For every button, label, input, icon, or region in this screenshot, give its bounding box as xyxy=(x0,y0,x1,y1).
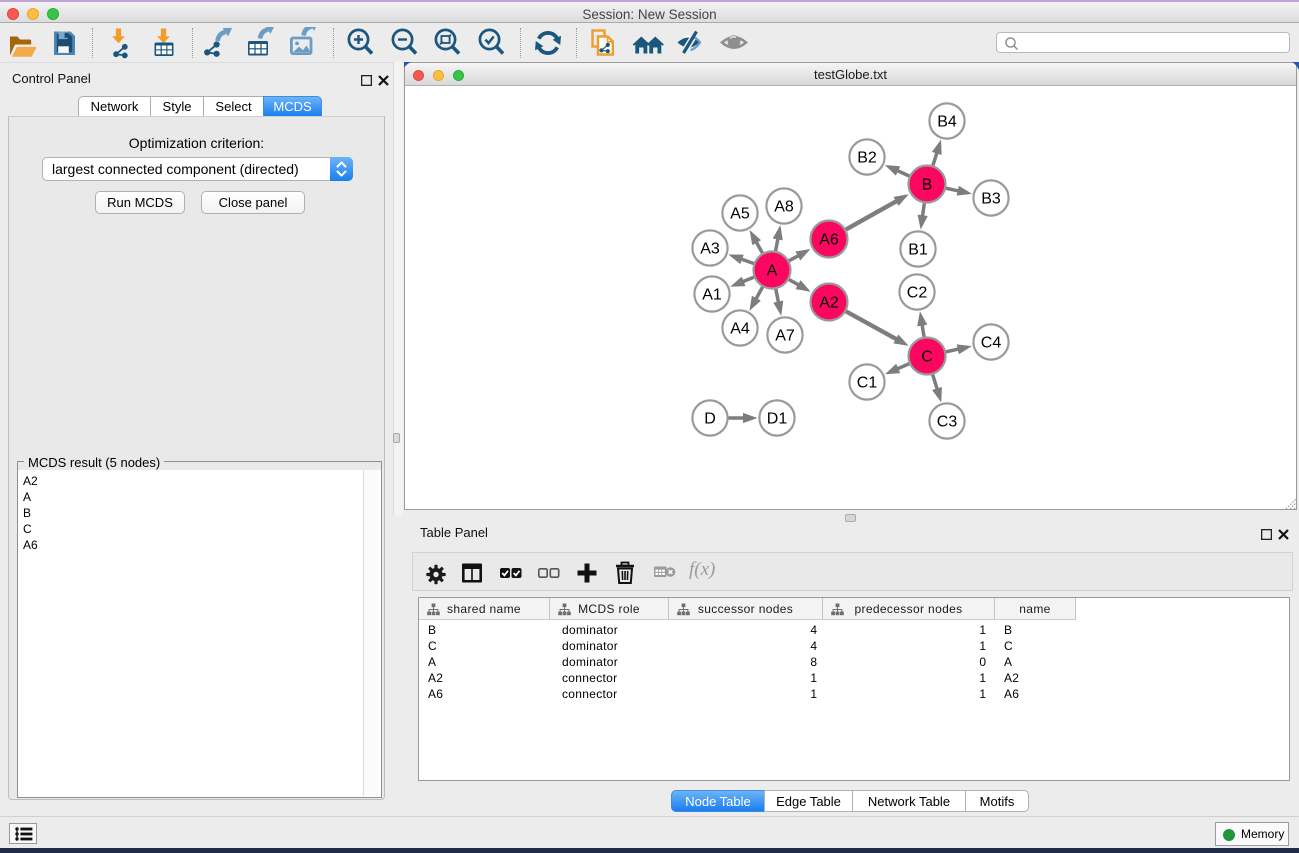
svg-text:A8: A8 xyxy=(774,199,794,216)
svg-text:A: A xyxy=(767,263,778,280)
svg-text:C1: C1 xyxy=(857,375,878,392)
svg-text:A2: A2 xyxy=(819,295,839,312)
svg-text:A3: A3 xyxy=(700,241,720,258)
svg-text:B4: B4 xyxy=(937,114,957,131)
svg-text:C: C xyxy=(921,349,933,366)
svg-text:B2: B2 xyxy=(857,150,877,167)
svg-text:D: D xyxy=(704,411,716,428)
svg-text:B: B xyxy=(922,177,933,194)
svg-text:B1: B1 xyxy=(908,242,928,259)
svg-text:C4: C4 xyxy=(981,335,1002,352)
svg-text:A7: A7 xyxy=(775,328,795,345)
svg-text:A1: A1 xyxy=(702,287,722,304)
svg-text:C2: C2 xyxy=(907,285,928,302)
svg-text:C3: C3 xyxy=(937,414,958,431)
svg-text:B3: B3 xyxy=(981,191,1001,208)
svg-text:A6: A6 xyxy=(819,232,839,249)
svg-text:D1: D1 xyxy=(767,411,788,428)
svg-text:A4: A4 xyxy=(730,321,750,338)
svg-text:A5: A5 xyxy=(730,206,750,223)
